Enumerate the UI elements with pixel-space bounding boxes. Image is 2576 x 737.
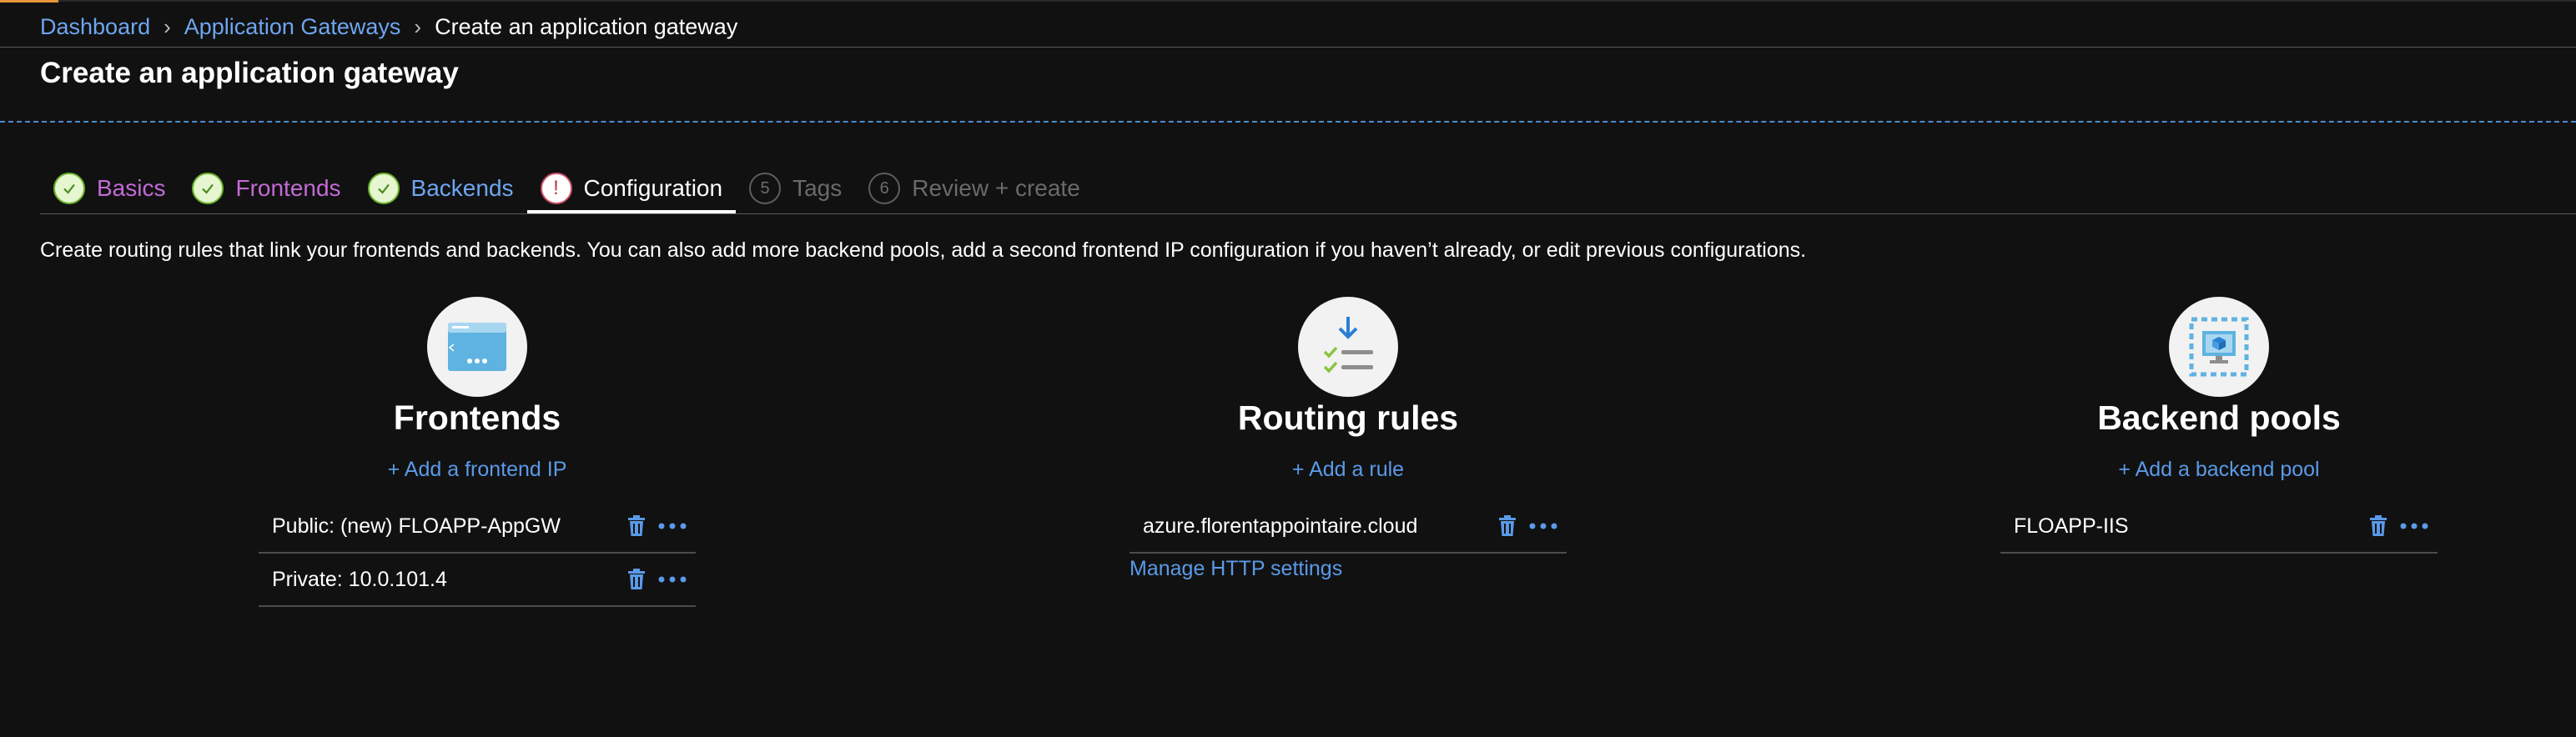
trash-icon[interactable] — [626, 568, 647, 591]
frontends-list: Public: (new) FLOAPP-AppGW Private: 10.0… — [259, 500, 696, 607]
tab-label: Backends — [410, 175, 514, 201]
more-options-icon[interactable] — [657, 568, 687, 591]
more-options-icon[interactable] — [657, 514, 687, 538]
add-backend-pool-link[interactable]: + Add a backend pool — [2000, 458, 2438, 482]
breadcrumb-application-gateways[interactable]: Application Gateways — [184, 14, 401, 40]
breadcrumb: Dashboard › Application Gateways › Creat… — [40, 10, 737, 43]
frontend-ip-label: Public: (new) FLOAPP-AppGW — [272, 514, 561, 538]
breadcrumb-separator-icon: › — [414, 13, 422, 39]
tab-label: Tags — [792, 175, 843, 201]
frontend-ip-label: Private: 10.0.101.4 — [272, 567, 447, 591]
list-item[interactable]: azure.florentappointaire.cloud — [1130, 500, 1567, 554]
tab-review-create[interactable]: 6 Review + create — [855, 165, 1094, 212]
tab-configuration[interactable]: ! Configuration — [526, 165, 737, 213]
tab-label: Basics — [97, 175, 166, 201]
list-item[interactable]: Private: 10.0.101.4 — [259, 554, 696, 607]
list-item[interactable]: Public: (new) FLOAPP-AppGW — [259, 500, 696, 554]
backend-pool-icon — [2169, 297, 2269, 397]
check-icon — [367, 173, 400, 204]
check-icon — [53, 173, 85, 204]
add-rule-link[interactable]: + Add a rule — [1130, 458, 1567, 482]
tab-label: Frontends — [235, 175, 341, 201]
backend-pools-section: Backend pools + Add a backend pool FLOAP… — [2000, 297, 2438, 554]
page-description: Create routing rules that link your fron… — [40, 238, 1807, 262]
backend-pool-label: FLOAPP-IIS — [2014, 514, 2129, 538]
tab-basics[interactable]: Basics — [40, 165, 179, 212]
routing-rules-icon — [1298, 297, 1398, 397]
tab-label: Review + create — [912, 175, 1080, 201]
routing-rules-title: Routing rules — [1237, 399, 1459, 437]
routing-rules-section: Routing rules + Add a rule azure.florent… — [1130, 297, 1567, 581]
manage-http-settings-link[interactable]: Manage HTTP settings — [1130, 557, 1567, 581]
tab-backends[interactable]: Backends — [355, 165, 527, 212]
frontend-icon — [427, 297, 527, 397]
trash-icon[interactable] — [626, 514, 647, 538]
header-divider — [0, 47, 2576, 48]
routing-rules-list: azure.florentappointaire.cloud — [1130, 500, 1567, 554]
backend-pools-title: Backend pools — [2097, 399, 2341, 437]
list-item[interactable]: FLOAPP-IIS — [2000, 500, 2438, 554]
top-accent — [0, 0, 58, 3]
more-options-icon[interactable] — [1528, 514, 1558, 538]
trash-icon[interactable] — [1497, 514, 1518, 538]
tab-tags[interactable]: 5 Tags — [736, 165, 855, 212]
frontends-section: Frontends + Add a frontend IP Public: (n… — [259, 297, 696, 607]
check-icon — [192, 173, 224, 204]
tab-label: Configuration — [583, 175, 723, 201]
backend-pools-list: FLOAPP-IIS — [2000, 500, 2438, 554]
step-number: 5 — [749, 173, 782, 204]
page-title: Create an application gateway — [40, 57, 459, 89]
tab-frontends[interactable]: Frontends — [179, 165, 354, 212]
breadcrumb-dashboard[interactable]: Dashboard — [40, 14, 150, 40]
section-divider — [0, 121, 2576, 123]
step-number: 6 — [868, 173, 901, 204]
tabs-divider — [40, 213, 2576, 214]
add-frontend-ip-link[interactable]: + Add a frontend IP — [259, 458, 696, 482]
top-bar — [0, 0, 2576, 3]
breadcrumb-separator-icon: › — [164, 13, 171, 39]
exclamation-icon: ! — [540, 173, 572, 204]
frontends-title: Frontends — [393, 399, 561, 437]
trash-icon[interactable] — [2367, 514, 2389, 538]
more-options-icon[interactable] — [2399, 514, 2429, 538]
wizard-tabs: Basics Frontends Backends ! Configuratio… — [40, 165, 1094, 213]
breadcrumb-current: Create an application gateway — [435, 13, 738, 39]
rule-label: azure.florentappointaire.cloud — [1143, 514, 1418, 538]
